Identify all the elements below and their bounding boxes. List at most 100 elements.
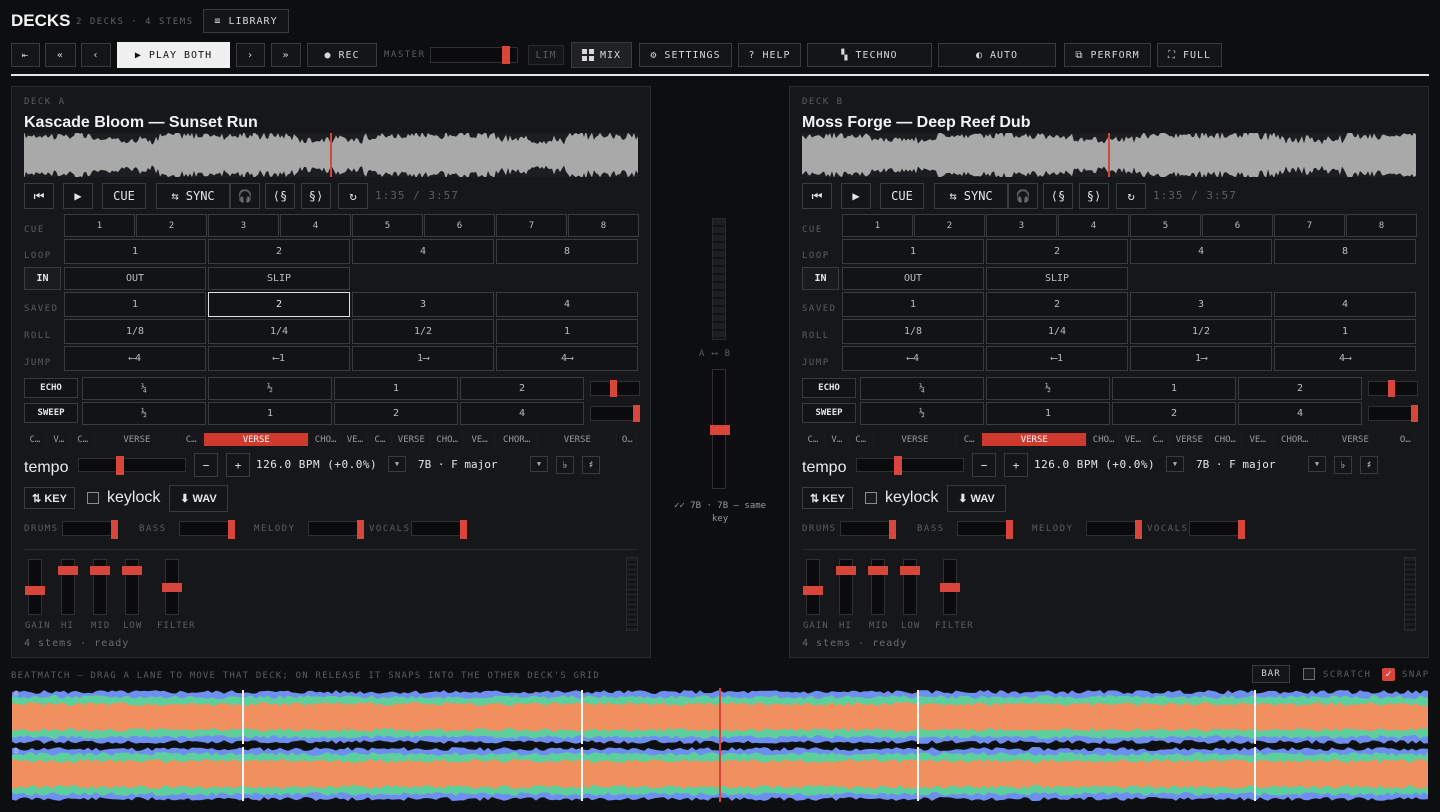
- jump-pad[interactable]: ⟵4: [842, 346, 984, 371]
- key-sharp-button[interactable]: ♯: [1360, 456, 1378, 474]
- song-section[interactable]: C…: [802, 433, 825, 446]
- nudge-back-button[interactable]: ⟨§: [1043, 183, 1073, 209]
- sweep-button[interactable]: SWEEP: [802, 403, 856, 423]
- song-section[interactable]: C…: [850, 433, 873, 446]
- roll-pad[interactable]: 1/2: [1130, 319, 1272, 344]
- play-button[interactable]: ▶: [841, 183, 871, 209]
- cue-button[interactable]: CUE: [880, 183, 924, 209]
- loop-pad[interactable]: 2: [986, 239, 1128, 264]
- key-dropdown[interactable]: ▼: [1308, 456, 1326, 472]
- key-dropdown[interactable]: ▼: [530, 456, 548, 472]
- sweep-pad[interactable]: 4: [460, 402, 584, 425]
- cue-pad[interactable]: 6: [1202, 214, 1273, 237]
- tempo-knob[interactable]: [894, 456, 903, 475]
- cue-pad[interactable]: 2: [136, 214, 207, 237]
- stem-volume-slider[interactable]: [179, 520, 235, 539]
- song-section[interactable]: O…: [619, 433, 637, 446]
- loop-pad[interactable]: 8: [1274, 239, 1416, 264]
- eq-knob[interactable]: [122, 566, 142, 575]
- sweep-pad[interactable]: 2: [1112, 402, 1236, 425]
- stem-volume-knob[interactable]: [356, 520, 364, 539]
- song-section[interactable]: VERSE: [1316, 433, 1396, 446]
- song-section[interactable]: VERSE: [393, 433, 431, 446]
- song-section[interactable]: VE…: [343, 433, 368, 446]
- jump-pad[interactable]: 1⟶: [352, 346, 494, 371]
- jump-pad[interactable]: 1⟶: [1130, 346, 1272, 371]
- loop-out-button[interactable]: OUT: [842, 267, 984, 290]
- song-section[interactable]: VERSE: [204, 433, 310, 446]
- eq-slider-low[interactable]: [122, 559, 142, 615]
- eq-knob[interactable]: [90, 566, 110, 575]
- echo-level-slider[interactable]: [1368, 380, 1418, 397]
- mix-button[interactable]: MIX: [571, 42, 632, 68]
- loop-pad[interactable]: 4: [1130, 239, 1272, 264]
- headphones-icon[interactable]: 🎧: [230, 183, 260, 209]
- cue-pad[interactable]: 5: [1130, 214, 1201, 237]
- sweep-level-slider[interactable]: [1368, 405, 1418, 422]
- jump-pad[interactable]: ⟵4: [64, 346, 206, 371]
- stem-volume-knob[interactable]: [888, 520, 896, 539]
- song-section[interactable]: O…: [1397, 433, 1415, 446]
- stem-volume-slider[interactable]: [840, 520, 896, 539]
- jump-pad[interactable]: 4⟶: [496, 346, 638, 371]
- jump-pad[interactable]: ⟵1: [986, 346, 1128, 371]
- sweep-level-knob[interactable]: [1411, 405, 1418, 422]
- roll-pad[interactable]: 1/4: [986, 319, 1128, 344]
- reset-icon[interactable]: ↻: [1116, 183, 1146, 209]
- eq-slider-low[interactable]: [900, 559, 920, 615]
- roll-pad[interactable]: 1/8: [64, 319, 206, 344]
- fullscreen-button[interactable]: ⛶ FULL: [1157, 43, 1222, 67]
- song-section[interactable]: C…: [180, 433, 204, 446]
- eq-slider-filter[interactable]: [940, 559, 960, 615]
- song-section[interactable]: VERSE: [874, 433, 958, 446]
- echo-pad[interactable]: 1: [1112, 377, 1236, 400]
- echo-button[interactable]: ECHO: [802, 378, 856, 398]
- song-section[interactable]: C…: [369, 433, 392, 446]
- eq-knob[interactable]: [900, 566, 920, 575]
- prev-button[interactable]: ‹: [81, 43, 111, 67]
- sweep-pad[interactable]: 4: [1238, 402, 1362, 425]
- nudge-forward-button[interactable]: §⟩: [1079, 183, 1109, 209]
- tempo-plus-button[interactable]: +: [226, 453, 250, 477]
- loop-pad[interactable]: 2: [208, 239, 350, 264]
- key-sharp-button[interactable]: ♯: [582, 456, 600, 474]
- skip-to-start-button[interactable]: ⏮: [802, 183, 832, 209]
- stem-volume-knob[interactable]: [1134, 520, 1142, 539]
- loop-in-button[interactable]: IN: [24, 267, 61, 290]
- stem-volume-slider[interactable]: [1189, 520, 1245, 539]
- song-section[interactable]: V…: [48, 433, 71, 446]
- keylock-checkbox[interactable]: [865, 492, 877, 504]
- song-section[interactable]: VERSE: [982, 433, 1088, 446]
- help-button[interactable]: ? HELP: [738, 43, 801, 67]
- saved-loop-pad[interactable]: 4: [1274, 292, 1416, 317]
- eq-knob[interactable]: [162, 583, 182, 592]
- song-section[interactable]: CHO…: [310, 433, 342, 446]
- cue-button[interactable]: CUE: [102, 183, 146, 209]
- song-section[interactable]: C…: [958, 433, 982, 446]
- snap-checkbox[interactable]: ✓: [1382, 668, 1395, 681]
- wav-export-button[interactable]: ⬇ WAV: [947, 485, 1006, 512]
- jump-pad[interactable]: 4⟶: [1274, 346, 1416, 371]
- loop-out-button[interactable]: OUT: [64, 267, 206, 290]
- song-section[interactable]: CHO…: [1210, 433, 1242, 446]
- eq-slider-gain[interactable]: [803, 559, 823, 615]
- stem-volume-slider[interactable]: [957, 520, 1013, 539]
- stem-volume-slider[interactable]: [1086, 520, 1142, 539]
- fast-forward-button[interactable]: »: [271, 43, 301, 67]
- roll-pad[interactable]: 1: [496, 319, 638, 344]
- roll-pad[interactable]: 1/4: [208, 319, 350, 344]
- sweep-pad[interactable]: ½: [860, 402, 984, 425]
- song-section[interactable]: CHOR…: [1275, 433, 1316, 446]
- wav-export-button[interactable]: ⬇ WAV: [169, 485, 228, 512]
- cue-pad[interactable]: 1: [64, 214, 135, 237]
- echo-level-slider[interactable]: [590, 380, 640, 397]
- sync-button[interactable]: ⇆ SYNC: [156, 183, 230, 209]
- roll-pad[interactable]: 1/2: [352, 319, 494, 344]
- tempo-slider[interactable]: [78, 456, 186, 475]
- saved-loop-pad[interactable]: 2: [208, 292, 350, 317]
- cue-pad[interactable]: 5: [352, 214, 423, 237]
- eq-knob[interactable]: [25, 586, 45, 595]
- stem-volume-knob[interactable]: [1005, 520, 1013, 539]
- sync-button[interactable]: ⇆ SYNC: [934, 183, 1008, 209]
- cue-pad[interactable]: 1: [842, 214, 913, 237]
